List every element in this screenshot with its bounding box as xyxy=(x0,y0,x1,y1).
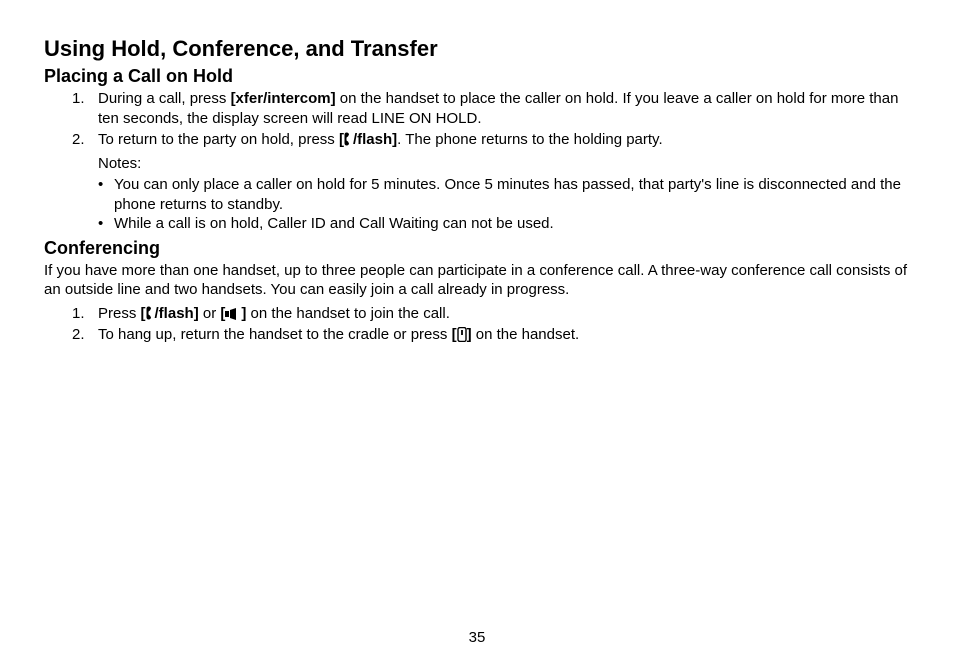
text-fragment: on the handset to join the call. xyxy=(246,305,449,322)
phone-icon xyxy=(344,132,353,146)
list-item: 1. Press [/flash] or [] on the handset t… xyxy=(72,304,910,324)
list-item: • You can only place a caller on hold fo… xyxy=(98,175,910,214)
end-call-icon xyxy=(457,327,467,342)
text-fragment: You can only place a caller on hold for … xyxy=(114,176,830,193)
page-title: Using Hold, Conference, and Transfer xyxy=(44,36,910,62)
step-number: 1. xyxy=(72,89,98,109)
bullet: • xyxy=(98,175,114,195)
key-label: [] xyxy=(220,305,246,322)
hold-steps: 1. During a call, press [xfer/intercom] … xyxy=(72,89,910,150)
key-label: [/flash] xyxy=(339,131,397,148)
bullet: • xyxy=(98,214,114,234)
list-item: 2. To hang up, return the handset to the… xyxy=(72,325,910,345)
note-text: You can only place a caller on hold for … xyxy=(114,175,910,214)
note-text: While a call is on hold, Caller ID and C… xyxy=(114,214,554,234)
text-fragment: . The phone returns to the holding party… xyxy=(397,131,662,148)
section-heading-conferencing: Conferencing xyxy=(44,238,910,259)
step-text: To return to the party on hold, press [/… xyxy=(98,130,910,150)
notes-label: Notes: xyxy=(98,154,910,174)
speaker-icon xyxy=(225,308,241,320)
list-item: 1. During a call, press [xfer/intercom] … xyxy=(72,89,910,128)
text-fragment: To hang up, return the handset to the cr… xyxy=(98,326,452,343)
text-fragment: Press xyxy=(98,305,141,322)
key-label: [/flash] xyxy=(141,305,199,322)
page-number: 35 xyxy=(0,629,954,646)
step-number: 2. xyxy=(72,325,98,345)
list-item: • While a call is on hold, Caller ID and… xyxy=(98,214,910,234)
text-fragment: or xyxy=(199,305,221,322)
conferencing-intro: If you have more than one handset, up to… xyxy=(44,261,910,300)
step-number: 2. xyxy=(72,130,98,150)
section-heading-hold: Placing a Call on Hold xyxy=(44,66,910,87)
step-number: 1. xyxy=(72,304,98,324)
key-label: [] xyxy=(452,326,472,343)
conf-steps: 1. Press [/flash] or [] on the handset t… xyxy=(72,304,910,345)
list-item: 2. To return to the party on hold, press… xyxy=(72,130,910,150)
step-text: To hang up, return the handset to the cr… xyxy=(98,325,910,345)
step-text: During a call, press [xfer/intercom] on … xyxy=(98,89,910,128)
hold-notes: • You can only place a caller on hold fo… xyxy=(98,175,910,234)
text-fragment: During a call, press xyxy=(98,90,231,107)
text-fragment: To return to the party on hold, press xyxy=(98,131,339,148)
phone-icon xyxy=(146,306,155,320)
step-text: Press [/flash] or [] on the handset to j… xyxy=(98,304,910,324)
text-fragment: on the handset. xyxy=(472,326,580,343)
key-label: [xfer/intercom] xyxy=(231,90,336,107)
